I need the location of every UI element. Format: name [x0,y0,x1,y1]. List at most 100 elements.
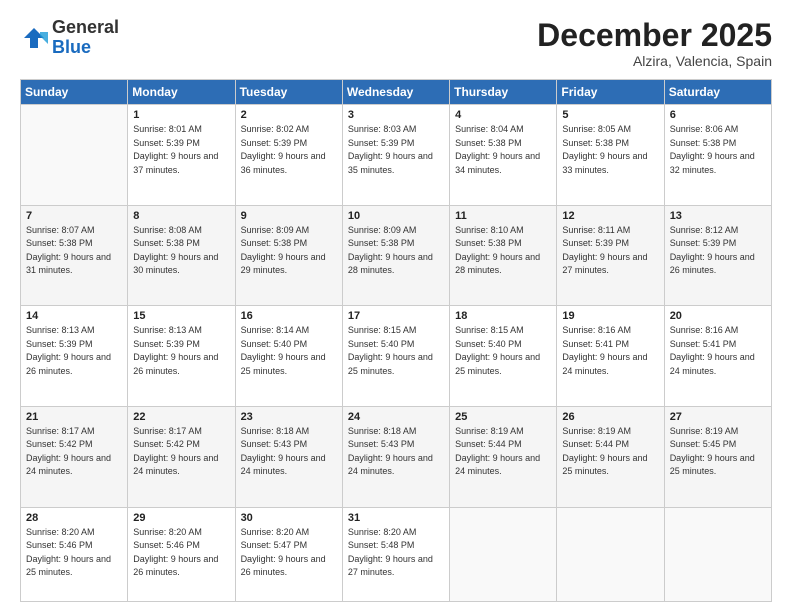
day-number: 27 [670,411,766,423]
day-info: Sunrise: 8:09 AMSunset: 5:38 PMDaylight:… [241,224,337,278]
day-number: 22 [133,411,229,423]
day-info: Sunrise: 8:12 AMSunset: 5:39 PMDaylight:… [670,224,766,278]
calendar-cell: 21 Sunrise: 8:17 AMSunset: 5:42 PMDayligh… [21,406,128,507]
day-info: Sunrise: 8:13 AMSunset: 5:39 PMDaylight:… [133,324,229,378]
day-number: 21 [26,411,122,423]
day-number: 18 [455,310,551,322]
day-number: 4 [455,109,551,121]
day-number: 5 [562,109,658,121]
day-info: Sunrise: 8:19 AMSunset: 5:44 PMDaylight:… [455,425,551,479]
day-info: Sunrise: 8:16 AMSunset: 5:41 PMDaylight:… [562,324,658,378]
location: Alzira, Valencia, Spain [537,53,772,69]
calendar-cell: 11 Sunrise: 8:10 AMSunset: 5:38 PMDayligh… [450,205,557,306]
day-number: 29 [133,512,229,524]
calendar-cell: 27 Sunrise: 8:19 AMSunset: 5:45 PMDayligh… [664,406,771,507]
calendar-week-5: 28Sunrise: 8:20 AMSunset: 5:46 PMDayligh… [21,507,772,602]
day-number: 30 [241,512,337,524]
day-number: 19 [562,310,658,322]
calendar-cell: 30 Sunrise: 8:20 AMSunset: 5:47 PMDayligh… [235,507,342,602]
weekday-header-tuesday: Tuesday [235,80,342,105]
weekday-header-sunday: Sunday [21,80,128,105]
calendar-cell: 19 Sunrise: 8:16 AMSunset: 5:41 PMDayligh… [557,306,664,407]
day-number: 6 [670,109,766,121]
calendar-cell: 12 Sunrise: 8:11 AMSunset: 5:39 PMDayligh… [557,205,664,306]
calendar-cell: 1 Sunrise: 8:01 AMSunset: 5:39 PMDaylight… [128,105,235,206]
day-info: Sunrise: 8:01 AMSunset: 5:39 PMDaylight:… [133,123,229,177]
day-info: Sunrise: 8:19 AMSunset: 5:45 PMDaylight:… [670,425,766,479]
calendar-cell: 4 Sunrise: 8:04 AMSunset: 5:38 PMDaylight… [450,105,557,206]
day-number: 26 [562,411,658,423]
calendar-cell: 26Sunrise: 8:19 AMSunset: 5:44 PMDayligh… [557,406,664,507]
calendar-cell: 28Sunrise: 8:20 AMSunset: 5:46 PMDayligh… [21,507,128,602]
calendar-cell: 9Sunrise: 8:09 AMSunset: 5:38 PMDaylight… [235,205,342,306]
header: General Blue December 2025 Alzira, Valen… [20,18,772,69]
calendar-cell: 23Sunrise: 8:18 AMSunset: 5:43 PMDayligh… [235,406,342,507]
day-info: Sunrise: 8:20 AMSunset: 5:46 PMDaylight:… [133,526,229,580]
day-number: 16 [241,310,337,322]
calendar-cell: 20 Sunrise: 8:16 AMSunset: 5:41 PMDayligh… [664,306,771,407]
day-number: 12 [562,210,658,222]
day-number: 25 [455,411,551,423]
day-info: Sunrise: 8:20 AMSunset: 5:47 PMDaylight:… [241,526,337,580]
day-number: 7 [26,210,122,222]
day-info: Sunrise: 8:05 AMSunset: 5:38 PMDaylight:… [562,123,658,177]
day-info: Sunrise: 8:18 AMSunset: 5:43 PMDaylight:… [241,425,337,479]
calendar-cell [450,507,557,602]
calendar-cell [664,507,771,602]
calendar-cell: 18 Sunrise: 8:15 AMSunset: 5:40 PMDayligh… [450,306,557,407]
day-number: 31 [348,512,444,524]
calendar-cell: 17Sunrise: 8:15 AMSunset: 5:40 PMDayligh… [342,306,449,407]
logo-text: General Blue [52,18,119,58]
day-number: 20 [670,310,766,322]
day-number: 11 [455,210,551,222]
day-number: 8 [133,210,229,222]
day-info: Sunrise: 8:20 AMSunset: 5:48 PMDaylight:… [348,526,444,580]
logo-general: General [52,18,119,38]
day-number: 2 [241,109,337,121]
weekday-header-friday: Friday [557,80,664,105]
page: General Blue December 2025 Alzira, Valen… [0,0,792,612]
day-info: Sunrise: 8:15 AMSunset: 5:40 PMDaylight:… [455,324,551,378]
calendar-cell: 22 Sunrise: 8:17 AMSunset: 5:42 PMDayligh… [128,406,235,507]
calendar-cell: 13Sunrise: 8:12 AMSunset: 5:39 PMDayligh… [664,205,771,306]
calendar-week-1: 1 Sunrise: 8:01 AMSunset: 5:39 PMDaylight… [21,105,772,206]
weekday-header-saturday: Saturday [664,80,771,105]
calendar-cell: 3Sunrise: 8:03 AMSunset: 5:39 PMDaylight… [342,105,449,206]
weekday-header-wednesday: Wednesday [342,80,449,105]
day-number: 17 [348,310,444,322]
title-block: December 2025 Alzira, Valencia, Spain [537,18,772,69]
calendar-cell: 25 Sunrise: 8:19 AMSunset: 5:44 PMDayligh… [450,406,557,507]
calendar-cell: 7 Sunrise: 8:07 AMSunset: 5:38 PMDaylight… [21,205,128,306]
day-number: 1 [133,109,229,121]
day-info: Sunrise: 8:08 AMSunset: 5:38 PMDaylight:… [133,224,229,278]
calendar-cell: 10Sunrise: 8:09 AMSunset: 5:38 PMDayligh… [342,205,449,306]
day-info: Sunrise: 8:04 AMSunset: 5:38 PMDaylight:… [455,123,551,177]
logo: General Blue [20,18,119,58]
day-info: Sunrise: 8:07 AMSunset: 5:38 PMDaylight:… [26,224,122,278]
day-info: Sunrise: 8:03 AMSunset: 5:39 PMDaylight:… [348,123,444,177]
calendar-cell: 2Sunrise: 8:02 AMSunset: 5:39 PMDaylight… [235,105,342,206]
day-info: Sunrise: 8:11 AMSunset: 5:39 PMDaylight:… [562,224,658,278]
logo-blue: Blue [52,38,119,58]
day-info: Sunrise: 8:17 AMSunset: 5:42 PMDaylight:… [26,425,122,479]
calendar-week-3: 14 Sunrise: 8:13 AMSunset: 5:39 PMDayligh… [21,306,772,407]
calendar-cell: 24 Sunrise: 8:18 AMSunset: 5:43 PMDayligh… [342,406,449,507]
day-number: 14 [26,310,122,322]
day-info: Sunrise: 8:18 AMSunset: 5:43 PMDaylight:… [348,425,444,479]
day-info: Sunrise: 8:16 AMSunset: 5:41 PMDaylight:… [670,324,766,378]
day-info: Sunrise: 8:10 AMSunset: 5:38 PMDaylight:… [455,224,551,278]
day-number: 24 [348,411,444,423]
month-title: December 2025 [537,18,772,53]
calendar-cell: 8 Sunrise: 8:08 AMSunset: 5:38 PMDaylight… [128,205,235,306]
day-info: Sunrise: 8:06 AMSunset: 5:38 PMDaylight:… [670,123,766,177]
day-info: Sunrise: 8:17 AMSunset: 5:42 PMDaylight:… [133,425,229,479]
calendar-cell: 31 Sunrise: 8:20 AMSunset: 5:48 PMDayligh… [342,507,449,602]
calendar-cell [557,507,664,602]
calendar-cell: 15Sunrise: 8:13 AMSunset: 5:39 PMDayligh… [128,306,235,407]
calendar-cell: 14Sunrise: 8:13 AMSunset: 5:39 PMDayligh… [21,306,128,407]
day-info: Sunrise: 8:09 AMSunset: 5:38 PMDaylight:… [348,224,444,278]
calendar-week-4: 21 Sunrise: 8:17 AMSunset: 5:42 PMDayligh… [21,406,772,507]
day-info: Sunrise: 8:14 AMSunset: 5:40 PMDaylight:… [241,324,337,378]
calendar-cell: 29 Sunrise: 8:20 AMSunset: 5:46 PMDayligh… [128,507,235,602]
calendar-cell: 16 Sunrise: 8:14 AMSunset: 5:40 PMDayligh… [235,306,342,407]
